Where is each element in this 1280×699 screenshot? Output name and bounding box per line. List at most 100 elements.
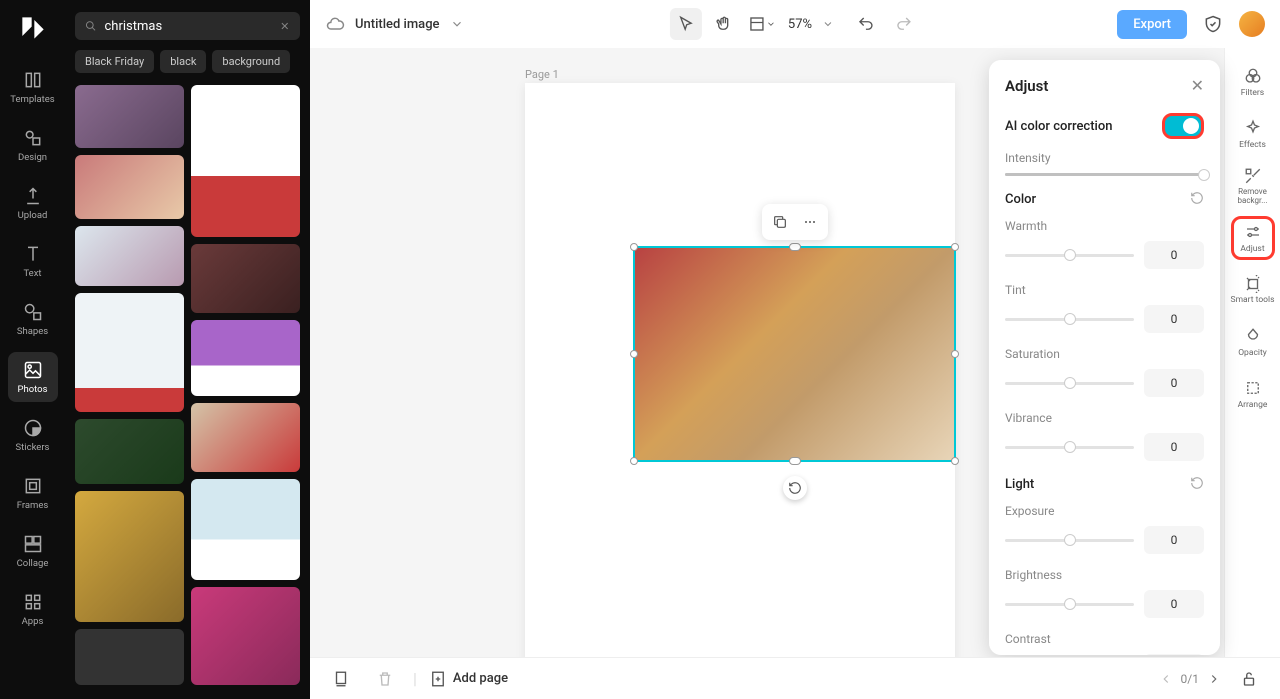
vibrance-value[interactable]: 0	[1144, 433, 1204, 461]
ai-correction-label: AI color correction	[1005, 119, 1112, 134]
prev-page-button[interactable]	[1159, 672, 1173, 686]
tag-black-friday[interactable]: Black Friday	[75, 50, 154, 73]
search-box	[75, 12, 300, 40]
photo-result[interactable]	[75, 491, 184, 622]
nav-photos[interactable]: Photos	[8, 352, 58, 402]
rnav-filters[interactable]: Filters	[1231, 60, 1275, 104]
photo-result[interactable]	[191, 403, 300, 471]
resize-handle[interactable]	[789, 457, 801, 465]
add-page-button[interactable]: Add page	[429, 670, 508, 688]
search-input[interactable]	[105, 19, 271, 34]
nav-text[interactable]: Text	[8, 236, 58, 286]
color-section-title: Color	[1005, 192, 1036, 207]
rnav-arrange[interactable]: Arrange	[1231, 372, 1275, 416]
resize-handle[interactable]	[630, 243, 638, 251]
photo-result[interactable]	[191, 320, 300, 396]
left-nav: Templates Design Upload Text Shapes Phot…	[0, 0, 65, 699]
page[interactable]	[525, 83, 955, 657]
resize-handle[interactable]	[630, 350, 638, 358]
resize-handle[interactable]	[951, 350, 959, 358]
saturation-value[interactable]: 0	[1144, 369, 1204, 397]
ai-correction-toggle[interactable]	[1162, 113, 1204, 139]
next-page-button[interactable]	[1207, 672, 1221, 686]
resize-handle[interactable]	[951, 457, 959, 465]
nav-design[interactable]: Design	[8, 120, 58, 170]
photo-result[interactable]	[191, 85, 300, 237]
rnav-remove-bg[interactable]: Remove backgr...	[1231, 164, 1275, 208]
file-title[interactable]: Untitled image	[355, 17, 440, 32]
undo-button[interactable]	[850, 8, 882, 40]
intensity-label: Intensity	[1005, 151, 1204, 165]
selected-image[interactable]	[633, 246, 956, 462]
bottom-bar: | Add page 0/1	[310, 657, 1280, 699]
photo-result[interactable]	[191, 587, 300, 685]
right-nav: Filters Effects Remove backgr... Adjust …	[1224, 48, 1280, 657]
intensity-slider[interactable]	[1005, 173, 1204, 176]
photo-result[interactable]	[191, 479, 300, 581]
chevron-down-icon[interactable]	[450, 17, 464, 31]
reset-color-button[interactable]	[1190, 190, 1204, 209]
warmth-value[interactable]: 0	[1144, 241, 1204, 269]
close-panel-button[interactable]: ✕	[1191, 76, 1204, 95]
nav-templates[interactable]: Templates	[8, 62, 58, 112]
file-title-area: Untitled image	[325, 14, 464, 34]
rnav-smart-tools[interactable]: Smart tools	[1231, 268, 1275, 312]
saturation-slider[interactable]	[1005, 382, 1134, 385]
photo-result[interactable]	[75, 293, 184, 412]
resize-tool[interactable]	[746, 8, 778, 40]
nav-collage[interactable]: Collage	[8, 526, 58, 576]
zoom-level[interactable]: 57%	[784, 17, 816, 32]
tint-slider[interactable]	[1005, 318, 1134, 321]
panel-title: Adjust	[1005, 77, 1048, 95]
pages-button[interactable]	[325, 663, 357, 695]
user-avatar[interactable]	[1239, 11, 1265, 37]
nav-stickers[interactable]: Stickers	[8, 410, 58, 460]
nav-frames[interactable]: Frames	[8, 468, 58, 518]
shield-icon[interactable]	[1197, 8, 1229, 40]
reset-light-button[interactable]	[1190, 475, 1204, 494]
nav-upload[interactable]: Upload	[8, 178, 58, 228]
chevron-down-icon[interactable]	[822, 18, 834, 30]
contrast-value[interactable]: 0	[1144, 654, 1204, 655]
warmth-slider[interactable]	[1005, 254, 1134, 257]
tag-background[interactable]: background	[212, 50, 290, 73]
brightness-slider[interactable]	[1005, 603, 1134, 606]
exposure-value[interactable]: 0	[1144, 526, 1204, 554]
photo-result[interactable]	[75, 85, 184, 148]
tag-row: Black Friday black background	[75, 50, 300, 73]
more-button[interactable]	[796, 208, 824, 236]
rotate-handle[interactable]	[783, 476, 807, 500]
tag-black[interactable]: black	[160, 50, 206, 73]
clear-search-icon[interactable]	[279, 18, 291, 34]
image-toolbar	[762, 204, 828, 240]
exposure-slider[interactable]	[1005, 539, 1134, 542]
photo-result[interactable]	[191, 244, 300, 312]
photo-result[interactable]	[75, 419, 184, 484]
photo-result[interactable]	[75, 155, 184, 218]
resize-handle[interactable]	[789, 243, 801, 251]
vibrance-slider[interactable]	[1005, 446, 1134, 449]
delete-button[interactable]	[369, 663, 401, 695]
tint-value[interactable]: 0	[1144, 305, 1204, 333]
page-label: Page 1	[525, 68, 559, 81]
app-logo[interactable]	[17, 12, 49, 44]
resize-handle[interactable]	[951, 243, 959, 251]
copy-button[interactable]	[766, 208, 794, 236]
photo-result[interactable]	[75, 629, 184, 685]
rnav-opacity[interactable]: Opacity	[1231, 320, 1275, 364]
search-icon	[85, 18, 97, 34]
export-button[interactable]: Export	[1117, 10, 1187, 39]
hand-tool[interactable]	[708, 8, 740, 40]
nav-shapes[interactable]: Shapes	[8, 294, 58, 344]
select-tool[interactable]	[670, 8, 702, 40]
rnav-effects[interactable]: Effects	[1231, 112, 1275, 156]
nav-apps[interactable]: Apps	[8, 584, 58, 634]
rnav-adjust[interactable]: Adjust	[1231, 216, 1275, 260]
resize-handle[interactable]	[630, 457, 638, 465]
brightness-value[interactable]: 0	[1144, 590, 1204, 618]
lock-button[interactable]	[1233, 663, 1265, 695]
redo-button[interactable]	[888, 8, 920, 40]
page-counter: 0/1	[1181, 672, 1199, 686]
photo-result[interactable]	[75, 226, 184, 286]
cloud-icon	[325, 14, 345, 34]
